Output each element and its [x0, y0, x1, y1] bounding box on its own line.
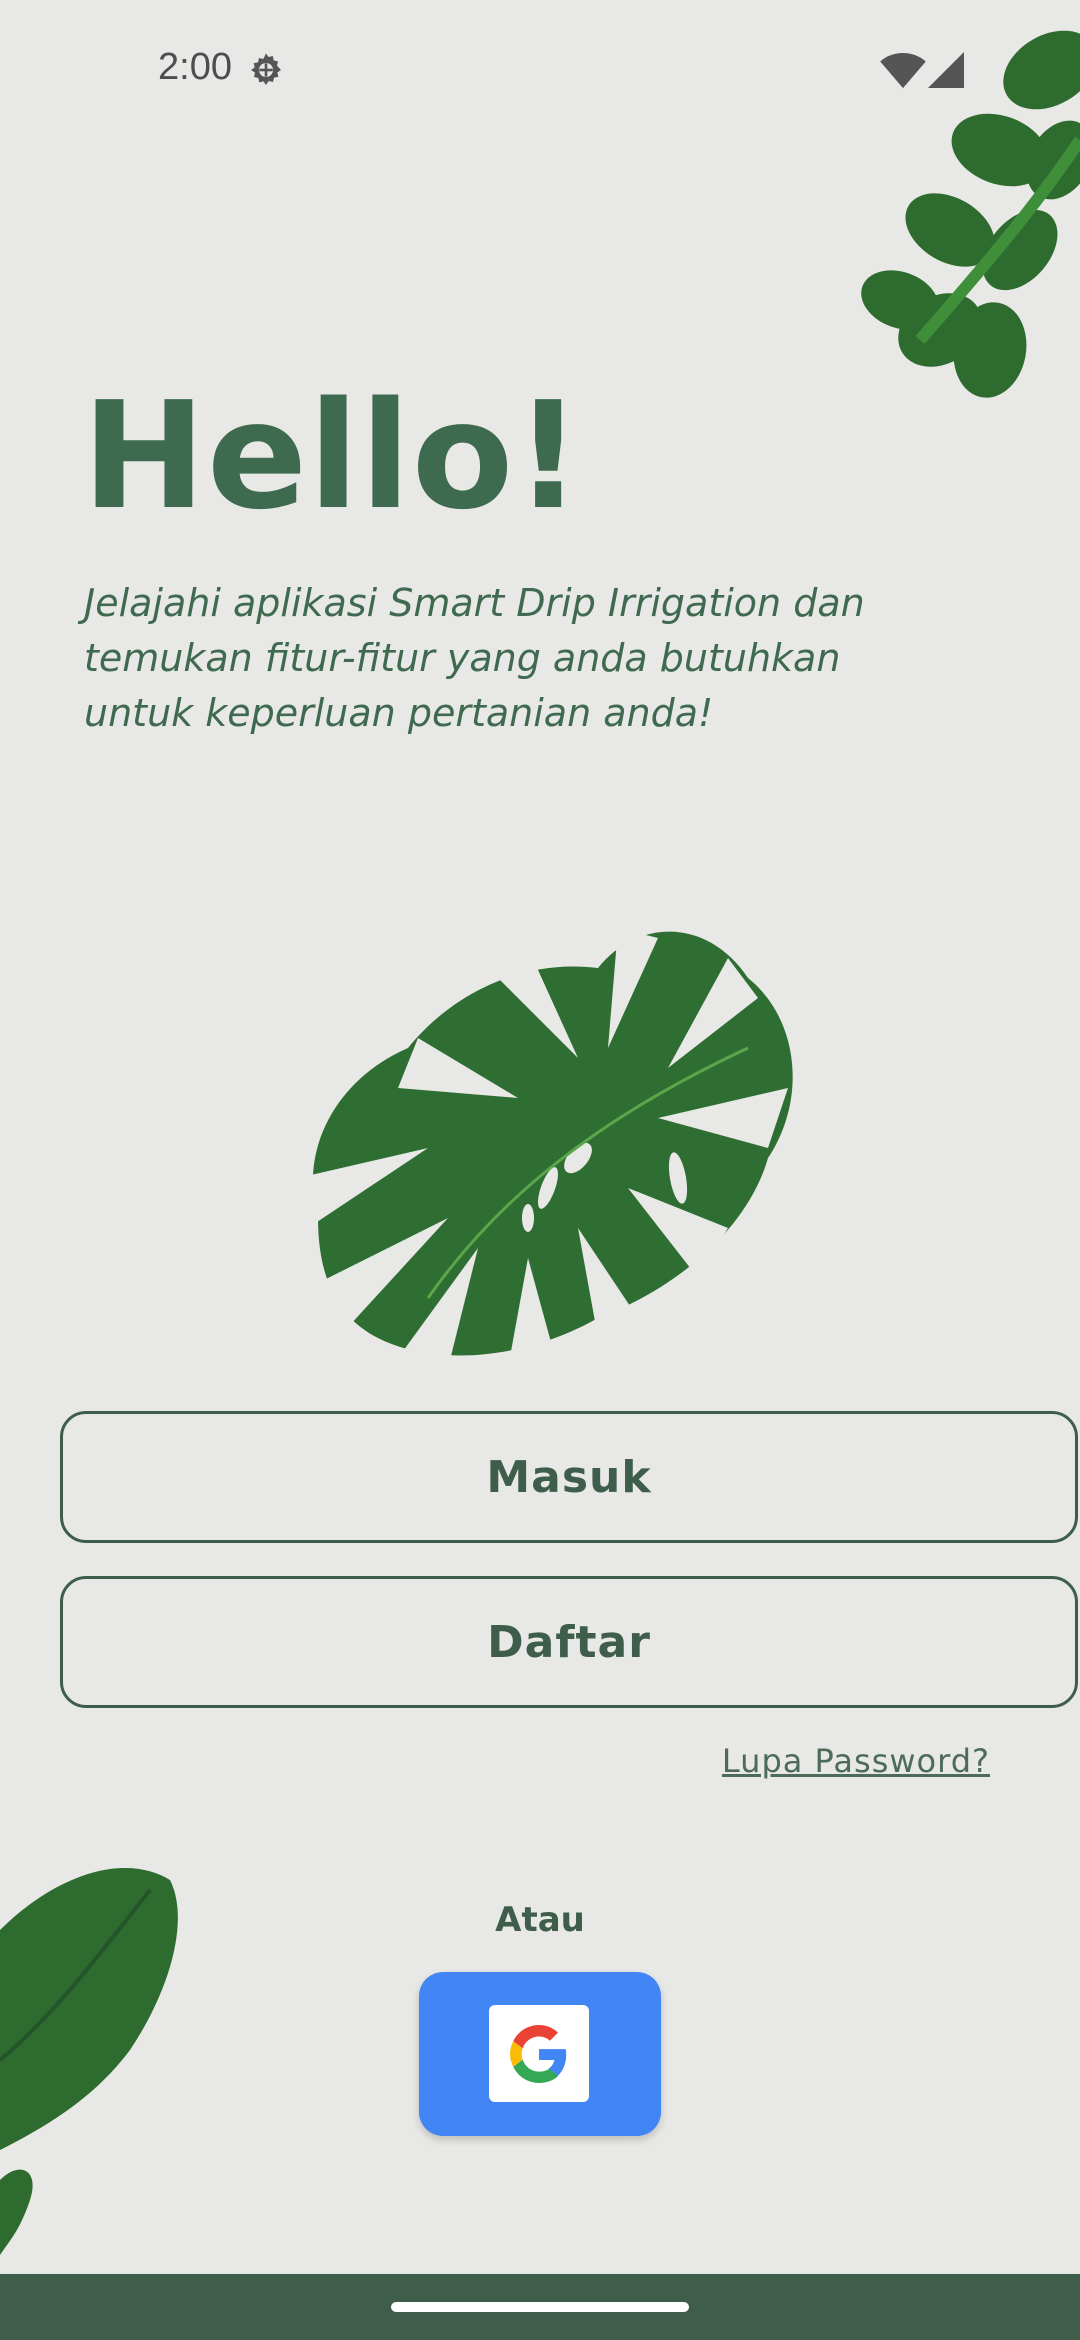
forgot-password-link[interactable]: Lupa Password?	[722, 1742, 990, 1780]
page-title: Hello!	[82, 370, 583, 542]
or-divider-label: Atau	[495, 1900, 585, 1940]
gear-icon	[251, 53, 281, 85]
google-signin-button[interactable]	[419, 1972, 661, 2136]
navigation-bar	[0, 2274, 1080, 2340]
status-time: 2:00	[158, 46, 232, 88]
google-icon-container	[489, 2005, 589, 2102]
leaves-illustration	[861, 30, 1080, 398]
intro-text: Jelajahi aplikasi Smart Drip Irrigation …	[84, 581, 865, 735]
home-gesture-handle[interactable]	[391, 2302, 689, 2312]
google-icon	[510, 2024, 567, 2083]
monstera-leaf-illustration	[298, 928, 793, 1368]
register-button[interactable]: Daftar	[60, 1576, 1078, 1708]
login-button[interactable]: Masuk	[60, 1411, 1078, 1543]
